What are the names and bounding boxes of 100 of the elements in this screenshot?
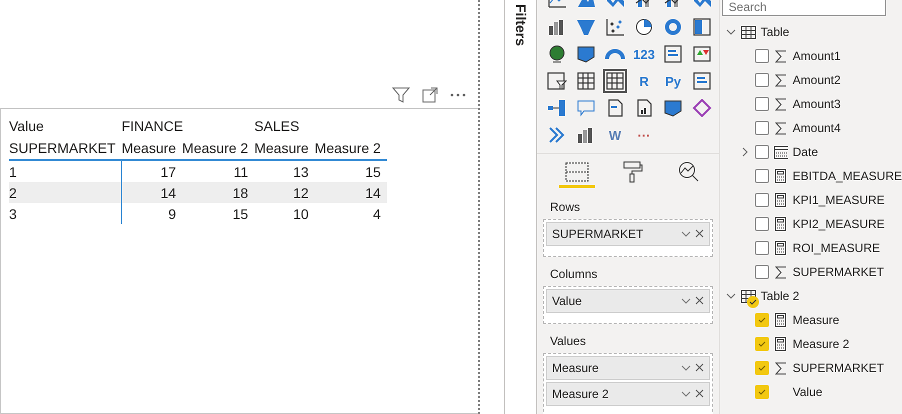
dropdown-remove-icon[interactable]	[680, 363, 705, 373]
pill-label: Measure 2	[552, 387, 609, 401]
column-header: Measure 2	[314, 137, 387, 160]
funnel-icon	[576, 18, 596, 36]
field-name[interactable]: Amount3	[792, 97, 841, 111]
field-well[interactable]: Measure Measure 2	[543, 353, 713, 414]
field-well[interactable]: SUPERMARKET	[543, 219, 713, 257]
speech-bubble-icon	[576, 99, 596, 117]
donut-chart-icon	[663, 18, 684, 36]
table-cell: 15	[314, 160, 387, 182]
visual-type-button[interactable]: Py	[661, 69, 686, 93]
sigma-icon	[774, 362, 787, 374]
table-cell: 11	[182, 160, 254, 182]
field-name[interactable]: Amount1	[792, 49, 841, 63]
paint-roller-icon	[623, 160, 644, 182]
field-name[interactable]: ROI_MEASURE	[792, 241, 880, 255]
checkbox[interactable]	[754, 313, 769, 327]
checkbox[interactable]	[754, 97, 769, 111]
slicer-icon	[547, 72, 568, 90]
calculator-icon	[775, 193, 786, 207]
checkbox[interactable]	[754, 217, 769, 231]
search-field[interactable]: Search	[722, 0, 886, 16]
checkbox[interactable]	[754, 121, 769, 135]
checkmark-icon	[758, 341, 766, 347]
diamond-icon	[692, 99, 712, 117]
checkbox[interactable]	[754, 49, 769, 63]
checkmark-icon	[758, 365, 766, 371]
filters-title: Filters	[513, 4, 530, 46]
checkmark-icon	[758, 389, 766, 395]
checkbox[interactable]	[754, 145, 769, 159]
field-name[interactable]: SUPERMARKET	[792, 265, 884, 279]
dropdown-remove-icon[interactable]	[680, 229, 705, 239]
checkbox[interactable]	[754, 169, 769, 183]
field-name[interactable]: EBITDA_MEASURE	[792, 169, 902, 183]
table-name[interactable]: Table 2	[760, 289, 800, 303]
field-name[interactable]: Measure 2	[792, 337, 850, 351]
table-cell: 9	[122, 203, 182, 224]
table-name[interactable]: Table	[760, 25, 790, 39]
checkbox[interactable]	[754, 337, 769, 351]
scatter-chart-icon	[605, 18, 626, 36]
visual-type-button[interactable]: 123	[632, 42, 656, 66]
sigma-icon	[774, 266, 787, 278]
dropdown-remove-icon[interactable]	[680, 389, 705, 399]
pill-label: Value	[552, 294, 582, 308]
sigma-icon	[774, 98, 787, 110]
calendar-icon	[774, 145, 788, 159]
dropdown-remove-icon[interactable]	[680, 296, 705, 306]
field-well[interactable]: Value	[543, 286, 713, 324]
table-icon	[740, 290, 756, 302]
checkbox[interactable]	[754, 193, 769, 207]
filters-pane[interactable]: Filters	[504, 0, 538, 414]
field-pill[interactable]: SUPERMARKET	[546, 222, 710, 246]
checkbox[interactable]	[754, 265, 769, 279]
well-label: Rows	[549, 199, 582, 216]
table-icon	[576, 72, 596, 90]
checkmark-icon	[758, 317, 766, 323]
calculator-icon	[775, 337, 786, 351]
visual-type-button[interactable]	[603, 69, 628, 93]
magnifier-chart-icon	[678, 160, 700, 182]
calculator-icon	[775, 313, 786, 327]
checkbox[interactable]	[754, 73, 769, 87]
chevron-down-icon[interactable]	[726, 291, 736, 301]
kpi-icon	[692, 45, 712, 63]
checkbox[interactable]	[754, 385, 769, 399]
chevron-right-icon[interactable]	[740, 147, 750, 157]
checkbox[interactable]	[754, 241, 769, 255]
table-cell: 4	[314, 203, 387, 224]
visual-type-button[interactable]: ···	[632, 123, 656, 147]
field-pill[interactable]: Measure 2	[546, 382, 710, 406]
table-cell: 18	[182, 182, 254, 203]
pill-label: Measure	[552, 361, 599, 375]
calculator-icon	[775, 169, 786, 183]
filter-icon[interactable]	[392, 87, 410, 103]
list-icon	[692, 72, 712, 90]
field-name[interactable]: Value	[792, 385, 822, 399]
field-name[interactable]: KPI2_MEASURE	[792, 217, 885, 231]
field-pill[interactable]: Value	[546, 289, 710, 313]
field-name[interactable]: Date	[792, 145, 818, 159]
well-label: Columns	[549, 266, 598, 283]
column-header: SUPERMARKET	[9, 137, 122, 160]
visual-type-button[interactable]: R	[632, 69, 656, 93]
table-cell: 13	[254, 160, 315, 182]
column-header: Measure 2	[182, 137, 254, 160]
checkbox[interactable]	[754, 361, 769, 375]
more-options-icon[interactable]	[450, 93, 466, 97]
table-cell: 17	[122, 160, 182, 182]
focus-mode-icon[interactable]	[422, 87, 438, 103]
treemap-icon	[692, 18, 712, 36]
field-name[interactable]: Measure	[792, 313, 840, 327]
column-group-header: Value	[9, 117, 45, 136]
chevron-down-icon[interactable]	[726, 27, 736, 37]
visual-type-button[interactable]: W	[603, 123, 628, 147]
field-name[interactable]: Amount4	[792, 121, 841, 135]
field-name[interactable]: Amount2	[792, 73, 841, 87]
table-cell: 14	[314, 182, 387, 203]
column-header: Measure	[122, 137, 182, 160]
field-name[interactable]: KPI1_MEASURE	[792, 193, 885, 207]
table-cell: 12	[254, 182, 315, 203]
field-name[interactable]: SUPERMARKET	[792, 361, 884, 375]
field-pill[interactable]: Measure	[546, 356, 710, 380]
